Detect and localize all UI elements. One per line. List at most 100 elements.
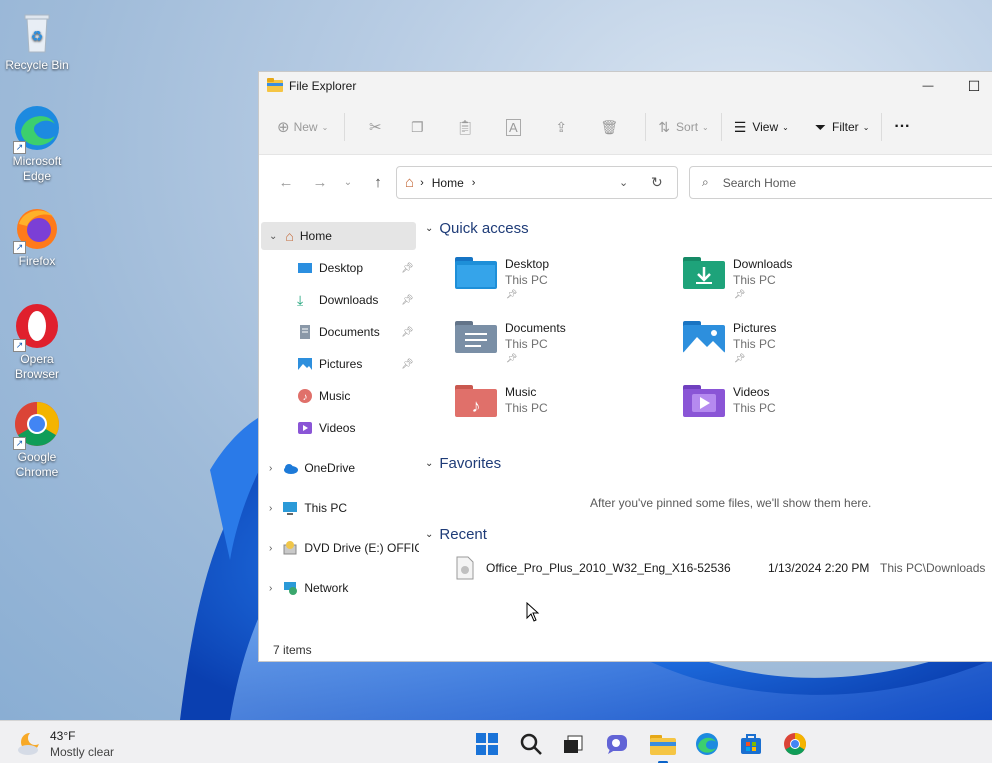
start-button[interactable] [474, 731, 500, 757]
share-button[interactable]: ⇪ [537, 110, 585, 144]
sidebar-item-downloads[interactable]: ⤓ Downloads 📌︎ [297, 286, 415, 314]
sidebar-item-home[interactable]: ⌄ ⌂ Home [261, 222, 416, 250]
chrome-taskbar-button[interactable] [782, 731, 808, 757]
sort-button[interactable]: ⇅ Sort ⌄ [658, 110, 708, 144]
pin-icon[interactable]: 📌︎ [401, 359, 414, 370]
quick-access-header[interactable]: ⌄ Quick access [425, 220, 529, 237]
store-taskbar-button[interactable] [738, 731, 764, 757]
folder-app-icon [267, 77, 283, 95]
desktop-icon-recycle-bin[interactable]: ♻ Recycle Bin [2, 8, 72, 73]
sidebar-item-music[interactable]: ♪ Music [297, 382, 415, 410]
quick-access-videos[interactable]: Videos This PC [683, 383, 883, 439]
delete-button[interactable]: 🗑︎ [585, 110, 633, 144]
sidebar-item-network[interactable]: › Network [269, 574, 348, 602]
up-button[interactable]: ↑ [363, 174, 393, 191]
item-name: Pictures [733, 321, 777, 335]
search-button[interactable] [518, 731, 544, 757]
shortcut-arrow-icon: ↗ [13, 141, 26, 154]
svg-text:♻: ♻ [31, 28, 44, 44]
refresh-icon[interactable]: ↻ [651, 174, 663, 191]
item-name: Desktop [505, 257, 550, 271]
weather-temperature: 43°F [50, 729, 76, 743]
weather-widget[interactable]: 43°F Mostly clear [16, 727, 136, 761]
chrome-icon: ↗ [13, 400, 61, 450]
task-view-button[interactable] [560, 731, 586, 757]
sidebar-item-label: Home [299, 229, 332, 243]
sidebar-item-label: OneDrive [304, 461, 356, 475]
filter-button[interactable]: ⏷ Filter ⌄ [815, 110, 870, 144]
recent-locations-button[interactable]: ⌄ [333, 177, 363, 188]
cut-button[interactable]: ✂ [357, 110, 393, 144]
item-name: Downloads [733, 257, 793, 271]
section-title: Quick access [439, 220, 529, 237]
item-location: This PC [505, 273, 548, 287]
title-bar[interactable]: File Explorer — ☐ [259, 72, 992, 100]
home-icon: ⌂ [405, 174, 415, 191]
sidebar-item-label: Network [304, 581, 349, 595]
pin-icon[interactable]: 📌︎ [401, 263, 414, 274]
desktop-icon-label: Recycle Bin [5, 58, 69, 72]
pin-icon[interactable]: 📌︎ [401, 295, 414, 306]
folder-documents-icon [455, 319, 499, 355]
opera-icon: ↗ [13, 302, 61, 352]
recent-file-location: This PC\Downloads [880, 561, 986, 575]
teams-chat-button[interactable] [605, 731, 631, 757]
chevron-down-icon: ⌄ [425, 458, 434, 469]
sidebar-item-dvd-drive[interactable]: › DVD Drive (E:) OFFIC [269, 534, 419, 562]
desktop-icon-firefox[interactable]: ↗ Firefox [2, 204, 72, 269]
sidebar-item-videos[interactable]: Videos [297, 414, 415, 442]
toolbar-divider [645, 113, 647, 141]
desktop-icon-opera[interactable]: ↗ Opera Browser [2, 302, 72, 382]
desktop-icon-edge[interactable]: ↗ Microsoft Edge [2, 104, 72, 184]
quick-access-pictures[interactable]: Pictures This PC 📌︎ [683, 319, 883, 375]
minimize-button[interactable]: — [905, 72, 951, 100]
sidebar-item-desktop[interactable]: Desktop 📌︎ [297, 254, 415, 282]
quick-access-documents[interactable]: Documents This PC 📌︎ [455, 319, 655, 375]
file-explorer-taskbar-button[interactable] [650, 731, 676, 763]
shortcut-arrow-icon: ↗ [13, 339, 26, 352]
sidebar-item-this-pc[interactable]: › This PC [269, 494, 347, 522]
rename-button[interactable]: A [489, 110, 537, 144]
search-box[interactable]: ⌕ Search Home [689, 166, 992, 199]
windows-logo-icon [476, 733, 498, 755]
address-dropdown-icon[interactable]: ⌄ [619, 176, 628, 189]
copy-button[interactable]: ❐ [393, 110, 441, 144]
navigation-pane: ⌄ ⌂ Home Desktop 📌︎ ⤓ Downloads 📌︎ Docum… [259, 222, 419, 642]
quick-access-downloads[interactable]: Downloads This PC 📌︎ [683, 255, 883, 311]
sidebar-item-onedrive[interactable]: › OneDrive [269, 454, 355, 482]
sort-label: Sort [676, 120, 699, 134]
recent-file-row[interactable]: Office_Pro_Plus_2010_W32_Eng_X16-52536 1… [455, 556, 992, 584]
home-icon: ⌂ [285, 228, 294, 244]
quick-access-desktop[interactable]: Desktop This PC 📌︎ [455, 255, 655, 311]
more-options-button[interactable]: ··· [894, 110, 910, 144]
chevron-down-icon: ⌄ [862, 122, 870, 132]
pin-icon[interactable]: 📌︎ [401, 327, 414, 338]
sidebar-item-pictures[interactable]: Pictures 📌︎ [297, 350, 415, 378]
favorites-header[interactable]: ⌄ Favorites [425, 455, 501, 472]
paste-button[interactable]: 📋︎ [441, 110, 489, 144]
computer-icon [282, 500, 298, 516]
search-icon: ⌕ [702, 175, 709, 189]
weather-description: Mostly clear [50, 745, 115, 759]
recent-header[interactable]: ⌄ Recent [425, 526, 487, 543]
maximize-icon: ☐ [967, 77, 981, 94]
new-button[interactable]: ⊕ New ⌄ [277, 110, 328, 144]
quick-access-music[interactable]: ♪ Music This PC [455, 383, 655, 439]
view-list-icon: ☰ [733, 118, 747, 135]
section-title: Favorites [439, 455, 502, 472]
edge-taskbar-button[interactable] [694, 731, 720, 757]
maximize-button[interactable]: ☐ [951, 72, 992, 100]
forward-button[interactable]: → [305, 174, 335, 191]
filter-label: Filter [832, 120, 859, 134]
desktop-icon-chrome[interactable]: ↗ Google Chrome [2, 400, 72, 480]
chevron-down-icon: ⌄ [782, 122, 789, 132]
pictures-icon [297, 356, 313, 372]
favorites-empty-text: After you've pinned some files, we'll sh… [590, 496, 872, 510]
sidebar-item-documents[interactable]: Documents 📌︎ [297, 318, 415, 346]
item-location: This PC [505, 337, 548, 351]
chrome-icon [784, 733, 806, 755]
address-bar[interactable]: ⌂ › Home › ⌄ ↻ [396, 166, 678, 199]
back-button[interactable]: ← [271, 174, 301, 191]
desktop-icon [297, 260, 313, 276]
view-button[interactable]: ☰ View ⌄ [734, 110, 789, 144]
